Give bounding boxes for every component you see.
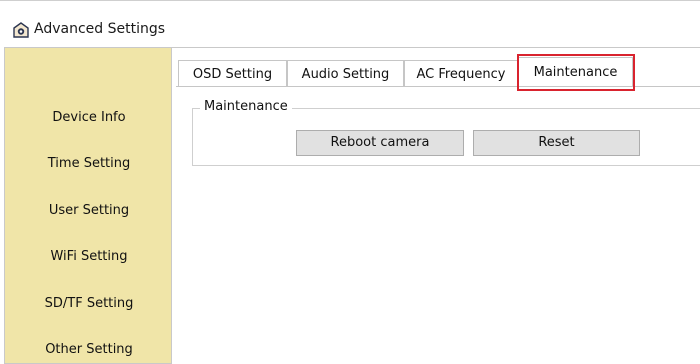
- sidebar-item-wifi-setting[interactable]: WiFi Setting: [5, 249, 173, 264]
- title-bar: Advanced Settings: [0, 11, 700, 47]
- sidebar-item-user-setting[interactable]: User Setting: [5, 203, 173, 218]
- camera-app-icon: [13, 22, 29, 38]
- tab-ac-frequency[interactable]: AC Frequency: [404, 60, 518, 87]
- window-title: Advanced Settings: [34, 21, 166, 37]
- sidebar-item-sd-tf-setting[interactable]: SD/TF Setting: [5, 296, 173, 311]
- sidebar-item-time-setting[interactable]: Time Setting: [5, 156, 173, 171]
- sidebar-item-device-info[interactable]: Device Info: [5, 110, 173, 125]
- tab-osd-setting[interactable]: OSD Setting: [178, 60, 287, 87]
- tab-strip-divider: [176, 86, 700, 87]
- maintenance-group-label: Maintenance: [200, 99, 292, 114]
- tab-audio-setting[interactable]: Audio Setting: [287, 60, 404, 87]
- tab-maintenance[interactable]: Maintenance: [518, 57, 633, 87]
- reboot-camera-button[interactable]: Reboot camera: [296, 130, 464, 156]
- settings-content-pane: OSD Setting Audio Setting AC Frequency M…: [172, 47, 700, 364]
- sidebar-item-other-setting[interactable]: Other Setting: [5, 342, 173, 357]
- reset-button[interactable]: Reset: [473, 130, 640, 156]
- sidebar: Device Info Time Setting User Setting Wi…: [4, 47, 172, 364]
- app-window: Advanced Settings Device Info Time Setti…: [0, 0, 700, 364]
